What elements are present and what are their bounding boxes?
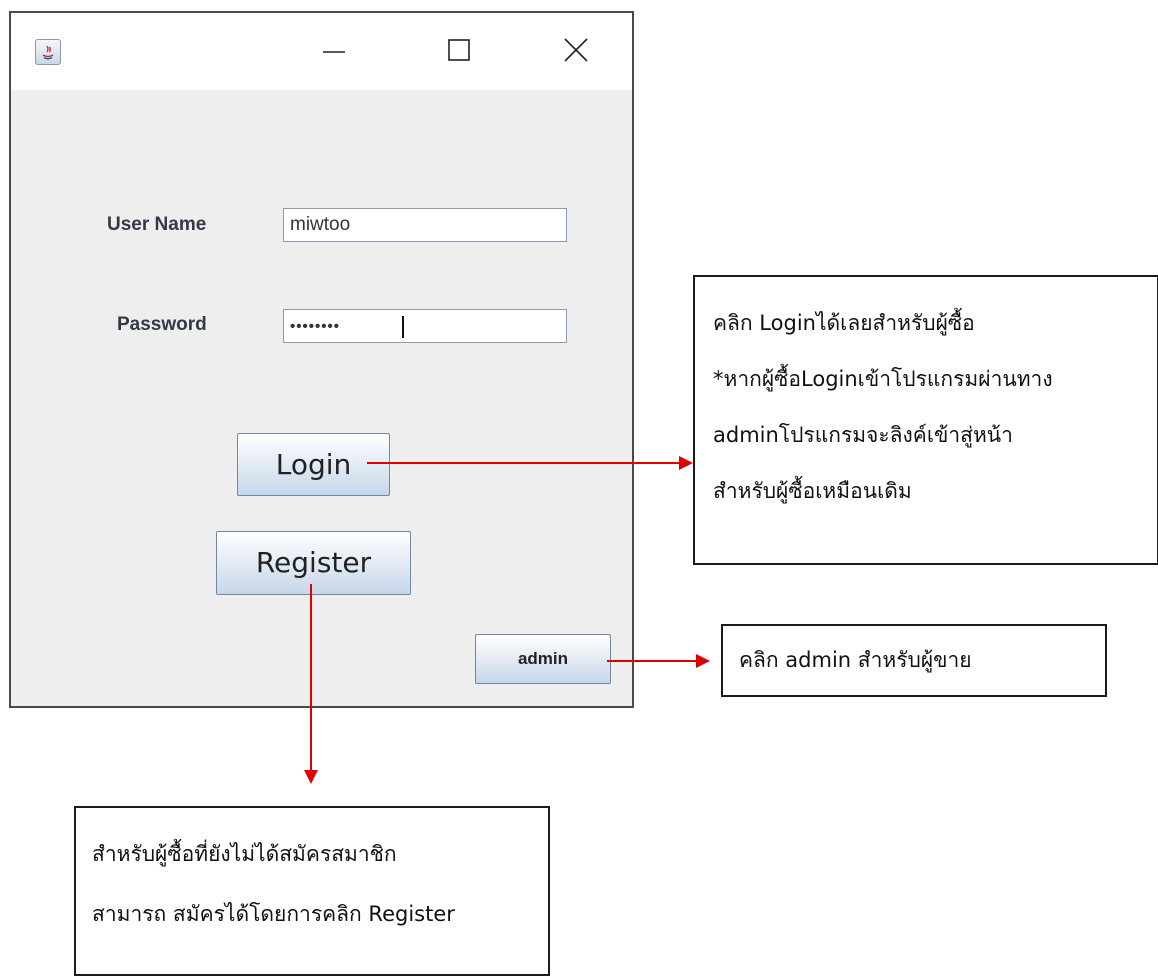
login-arrow-head [679,456,693,470]
register-annotation: สำหรับผู้ซื้อที่ยังไม่ได้สมัครสมาชิก สาม… [74,806,550,976]
admin-arrow-head [696,654,710,668]
register-note-line: สำหรับผู้ซื้อที่ยังไม่ได้สมัครสมาชิก [92,842,397,866]
login-note-line: คลิก Loginได้เลยสำหรับผู้ซื้อ [713,311,975,335]
login-note-line: adminโปรแกรมจะลิงค์เข้าสู่หน้า [713,423,1013,447]
login-annotation: คลิก Loginได้เลยสำหรับผู้ซื้อ *หากผู้ซื้… [693,275,1158,565]
register-arrow-head [304,770,318,784]
login-note-line: *หากผู้ซื้อLoginเข้าโปรแกรมผ่านทาง [713,367,1053,391]
admin-note-line: คลิก admin สำหรับผู้ขาย [739,648,972,672]
login-note-line: สำหรับผู้ซื้อเหมือนเดิม [713,479,912,503]
admin-annotation: คลิก admin สำหรับผู้ขาย [721,624,1107,697]
register-note-line: สามารถ สมัครได้โดยการคลิก Register [92,902,455,926]
